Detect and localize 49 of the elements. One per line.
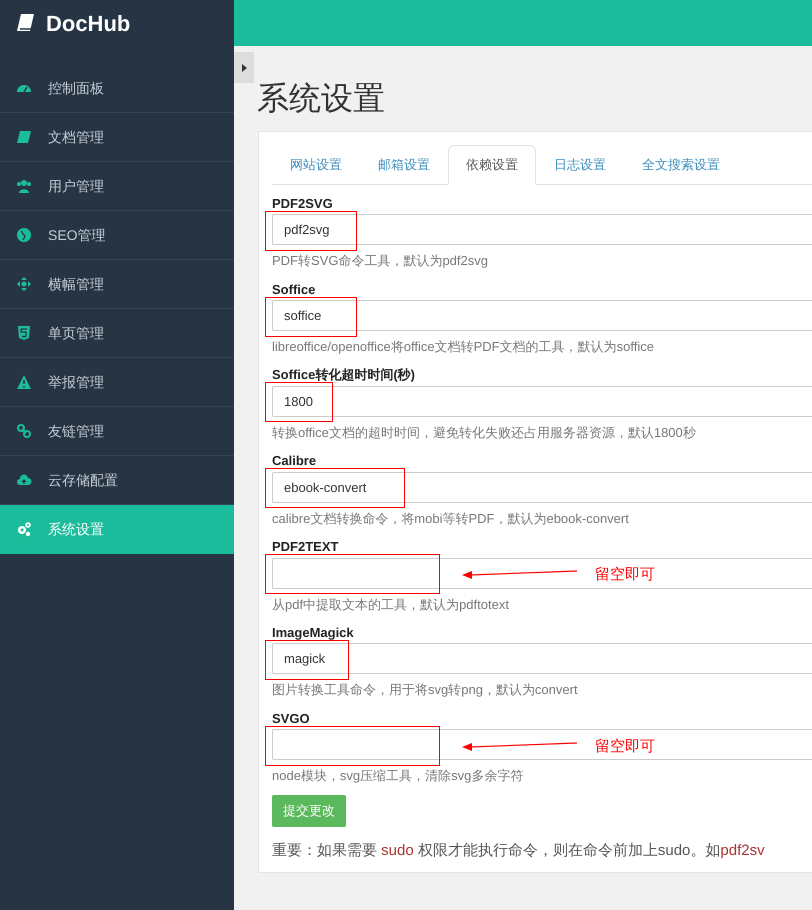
field-label: ImageMagick <box>272 624 355 640</box>
field-label: SVGO <box>272 710 311 726</box>
link-icon <box>16 423 32 439</box>
book-icon <box>16 129 32 145</box>
tab[interactable]: 全文搜索设置 <box>624 145 738 185</box>
sidebar-item[interactable]: 用户管理 <box>0 162 234 211</box>
tab[interactable]: 邮箱设置 <box>360 145 448 185</box>
gears-icon <box>16 521 32 537</box>
help-text: 转换office文档的超时时间，避免转化失败还占用服务器资源，默认1800秒 <box>272 424 697 442</box>
book-icon <box>16 13 36 33</box>
input-field[interactable] <box>272 729 812 760</box>
field-label: PDF2TEXT <box>272 539 340 555</box>
page-title: 系统设置 <box>257 79 386 118</box>
notice-text: 重要：如果需要 sudo 权限才能执行命令，则在命令前加上sudo。如pdf2sv <box>272 840 766 860</box>
help-text: node模块，svg压缩工具，清除svg多余字符 <box>272 767 524 786</box>
help-text: 从pdf中提取文本的工具，默认为pdftotext <box>272 596 510 614</box>
sidebar-item[interactable]: 友链管理 <box>0 407 234 456</box>
users-icon <box>16 178 32 194</box>
sidebar-item[interactable]: 单页管理 <box>0 309 234 358</box>
sidebar-item[interactable]: 横幅管理 <box>0 260 234 309</box>
input-field[interactable] <box>272 558 812 589</box>
field-label: Calibre <box>272 453 318 469</box>
tab[interactable]: 网站设置 <box>272 145 360 185</box>
caret-icon <box>241 64 247 72</box>
help-text: libreoffice/openoffice将office文档转PDF文档的工具，默认为soffice <box>272 338 655 356</box>
sidebar-toggle[interactable] <box>234 52 254 83</box>
sidebar-item[interactable]: SEO管理 <box>0 211 234 260</box>
help-text: calibre文档转换命令，将mobi等转PDF，默认为ebook-convert <box>272 510 630 528</box>
cloud-upload-icon <box>16 472 32 488</box>
input-field[interactable]: magick <box>272 643 812 674</box>
sidebar-item[interactable]: 文档管理 <box>0 113 234 162</box>
field-label: PDF2SVG <box>272 196 334 212</box>
help-text: PDF转SVG命令工具，默认为pdf2svg <box>272 252 489 270</box>
annotation-note: 留空即可 <box>595 736 655 757</box>
help-text: 图片转换工具命令，用于将svg转png，默认为convert <box>272 681 579 700</box>
sidebar-item[interactable]: 控制面板 <box>0 64 234 113</box>
field-label: Soffice <box>272 282 316 298</box>
tab[interactable]: 日志设置 <box>536 145 624 185</box>
annotation-note: 留空即可 <box>595 565 655 586</box>
tab[interactable]: 依赖设置 <box>448 145 536 185</box>
input-field[interactable]: pdf2svg <box>272 214 812 246</box>
sidebar-item[interactable]: 举报管理 <box>0 358 234 407</box>
field-label: Soffice转化超时时间(秒) <box>272 367 416 384</box>
warning-icon <box>16 374 32 390</box>
brand-name[interactable]: DocHub <box>46 6 130 40</box>
input-field[interactable]: soffice <box>272 300 812 332</box>
shield-icon <box>16 325 32 341</box>
input-field[interactable]: ebook-convert <box>272 472 812 503</box>
input-field[interactable]: 1800 <box>272 386 812 418</box>
